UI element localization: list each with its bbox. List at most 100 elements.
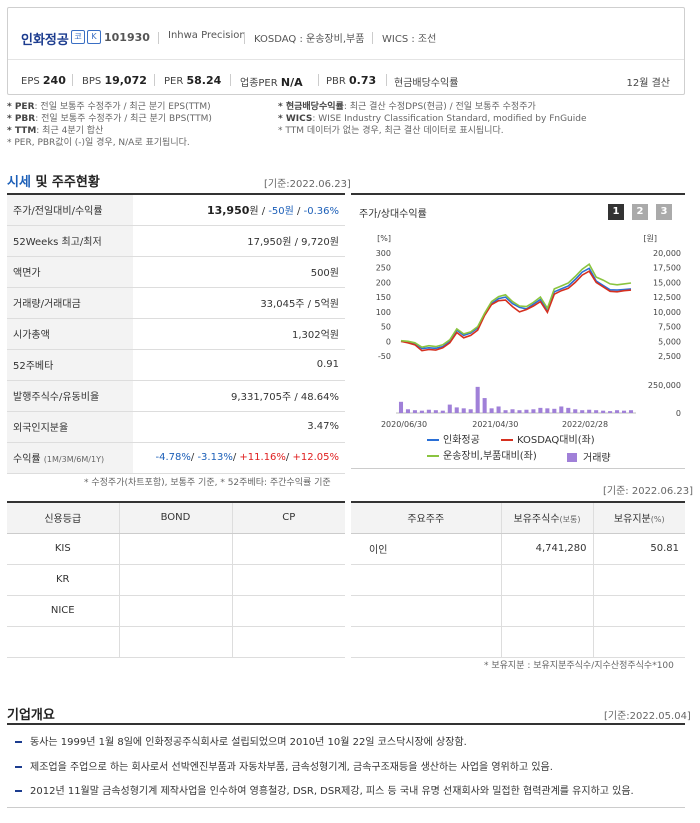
- return-6m: +11.16%: [239, 452, 286, 463]
- holder-name[interactable]: 이인: [351, 533, 502, 565]
- note-line: * TTM 데이터가 없는 경우, 최근 결산 데이터로 표시됩니다.: [278, 125, 688, 137]
- stake-header-sub: (%): [650, 515, 665, 525]
- table-row: [351, 626, 685, 658]
- holder-name: [351, 626, 502, 658]
- return-3m: -3.13%: [197, 452, 233, 463]
- cp-cell: [232, 533, 345, 565]
- pbr-value: 0.73: [349, 74, 377, 87]
- y-right-tick-label: 15,000: [653, 278, 681, 287]
- y-right-tick-label: 20,000: [653, 249, 681, 258]
- company-name[interactable]: 인화정공: [21, 29, 69, 48]
- bond-cell: [119, 533, 233, 565]
- per-value: 58.24: [186, 74, 222, 87]
- volume-bar: [587, 409, 592, 413]
- cp-cell: [232, 626, 345, 658]
- table-row: 시가총액 1,302억원: [7, 318, 345, 350]
- x-tick-label: 2022/02/28: [562, 420, 608, 429]
- row-value: 3.47%: [133, 411, 345, 443]
- holder-shares: 4,741,280: [501, 533, 594, 565]
- column-header: 보유지분(%): [593, 502, 685, 534]
- table-row: 발행주식수/유동비율 9,331,705주 / 48.64%: [7, 380, 345, 412]
- legend-label: 거래량: [583, 452, 611, 464]
- legend-label: KOSDAQ대비(좌): [517, 434, 595, 446]
- table-row: 52주베타 0.91: [7, 349, 345, 381]
- note-text: : 전일 보통주 수정주가 / 최근 분기 BPS(TTM): [35, 114, 212, 124]
- holders-base-date: [기준: 2022.06.23]: [603, 486, 694, 497]
- notes-left: * PER: 전일 보통주 수정주가 / 최근 분기 EPS(TTM) * PB…: [7, 101, 277, 149]
- eps-ratio: EPS 240: [21, 74, 66, 87]
- overview-item: 2012년 11월말 금속성형기계 제작사업을 인수하여 영흥철강, DSR, …: [15, 782, 634, 797]
- volume-bar: [545, 408, 550, 413]
- row-label: 시가총액: [7, 318, 133, 350]
- legend-label: 인화정공: [443, 434, 480, 446]
- bond-cell: [119, 595, 233, 627]
- eps-label: EPS: [21, 76, 40, 87]
- holder-name: [351, 595, 502, 627]
- price-change: -50원: [268, 206, 294, 218]
- bps-ratio: BPS 19,072: [82, 74, 147, 87]
- volume-bar: [496, 406, 501, 413]
- volume-bar: [601, 410, 606, 413]
- volume-bar: [580, 410, 585, 413]
- holder-shares: [501, 626, 594, 658]
- note-line: * PER: 전일 보통주 수정주가 / 최근 분기 EPS(TTM): [7, 101, 277, 113]
- note-key: * 현금배당수익률: [278, 102, 344, 112]
- fiscal-month: 12월 결산: [626, 78, 670, 89]
- volume-bar: [447, 404, 452, 413]
- y-left-tick-label: -50: [378, 352, 391, 361]
- bullet-dash-icon: [15, 766, 22, 768]
- shares-header-sub: (보통): [559, 515, 581, 525]
- divider: [230, 74, 231, 86]
- volume-bar: [517, 410, 522, 413]
- y-right-tick-label: 2,500: [658, 352, 681, 361]
- per-label: PER: [164, 76, 184, 87]
- table-row: 외국인지분율 3.47%: [7, 411, 345, 443]
- y-left-tick-label: 150: [376, 293, 391, 302]
- holders-footnote: * 보유지분 : 보유지분주식수/지수산정주식수*100: [484, 661, 674, 671]
- volume-bar: [559, 406, 564, 413]
- current-price: 13,950: [206, 204, 250, 218]
- holder-stake: [593, 626, 685, 658]
- bond-cell: [119, 626, 233, 658]
- overview-text: 동사는 1999년 1월 8일에 인화정공주식회사로 설립되었으며 2010년 …: [30, 737, 467, 748]
- divider: [244, 32, 245, 44]
- bullet-dash-icon: [15, 790, 22, 792]
- overview-item: 제조업을 주업으로 하는 회사로서 선박엔진부품과 자동차부품, 금속성형기계,…: [15, 758, 553, 773]
- company-overview-title: 기업개요: [7, 708, 55, 723]
- agency-cell: KIS: [7, 533, 120, 565]
- note-key: * PBR: [7, 114, 36, 124]
- volume-bar: [405, 409, 410, 413]
- volume-bar: [419, 410, 424, 413]
- holder-shares: [501, 595, 594, 627]
- market-section-title: 시세 및 주주현황: [7, 171, 100, 190]
- row-label: 액면가: [7, 256, 133, 288]
- row-label: 발행주식수/유동비율: [7, 380, 133, 412]
- table-row: KIS: [7, 533, 345, 565]
- agency-cell: KR: [7, 564, 120, 596]
- volume-bar: [440, 410, 445, 413]
- y-right-tick-label: 17,500: [653, 264, 681, 273]
- returns-sub-label: (1M/3M/6M/1Y): [43, 455, 105, 464]
- holder-stake: [593, 564, 685, 596]
- divider: [372, 32, 373, 44]
- volume-bar: [454, 407, 459, 413]
- company-overview-box: 동사는 1999년 1월 8일에 인화정공주식회사로 설립되었으며 2010년 …: [7, 723, 685, 808]
- column-header: BOND: [119, 502, 233, 534]
- row-value: 17,950원 / 9,720원: [133, 225, 345, 257]
- divider: [318, 74, 319, 86]
- pbr-ratio: PBR 0.73: [326, 74, 376, 87]
- divider: [72, 74, 73, 86]
- volume-bar: [538, 407, 543, 413]
- volume-bar: [426, 409, 431, 413]
- y-left-tick-label: 250: [376, 264, 391, 273]
- volume-bar: [615, 410, 620, 413]
- y-right-tick-label: 5,000: [658, 337, 681, 346]
- right-unit-label: [원]: [643, 234, 657, 243]
- volume-bar: [594, 410, 599, 413]
- column-header: 주요주주: [351, 502, 502, 534]
- stock-code: 101930: [104, 31, 150, 44]
- column-header: 신용등급: [7, 502, 120, 534]
- dividend-yield-label: 현금배당수익률: [394, 78, 459, 89]
- table-row: NICE: [7, 595, 345, 627]
- company-header: 인화정공 코 K 101930 Inhwa Precision KOSDAQ :…: [7, 7, 685, 95]
